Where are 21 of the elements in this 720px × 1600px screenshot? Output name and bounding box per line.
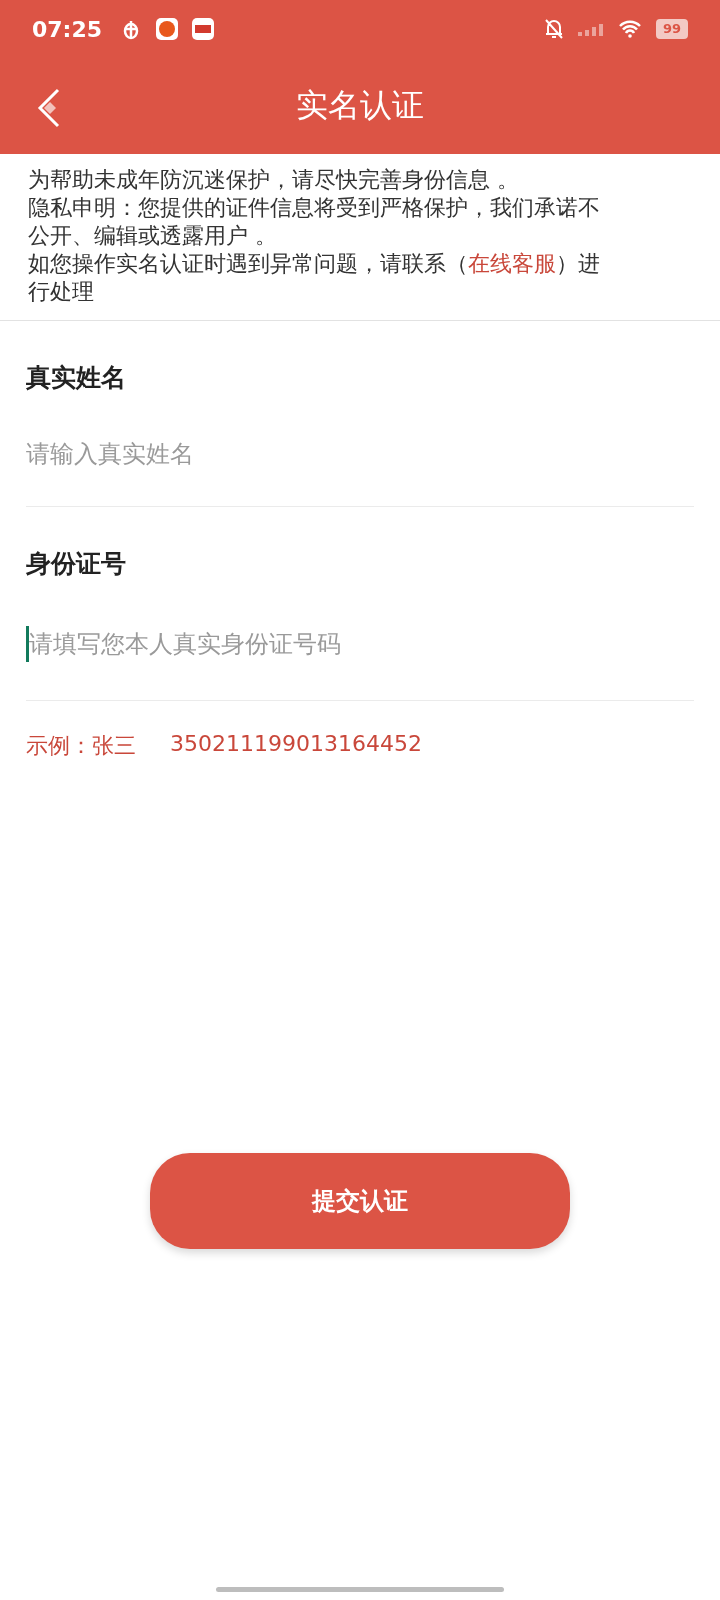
field-label: 身份证号 xyxy=(26,548,127,580)
battery-level: 99 xyxy=(655,19,688,39)
notice-text: 隐私申明：您提供的证件信息将受到严格保护，我们承诺不公开、编辑或透露用户 。 xyxy=(28,194,601,250)
submit-button[interactable]: 提交认证 xyxy=(150,1153,570,1249)
input-field[interactable]: 请填写您本人真实身份证号码 xyxy=(29,630,629,658)
signal-icon xyxy=(577,22,604,36)
field-label: 真实姓名 xyxy=(26,362,127,394)
wifi-icon xyxy=(617,20,642,38)
input-field[interactable]: 请输入真实姓名 xyxy=(26,440,626,468)
bell-off-icon xyxy=(543,18,564,40)
text-cursor xyxy=(26,626,29,662)
back-icon[interactable] xyxy=(36,88,62,128)
app-icon xyxy=(156,18,179,40)
page-title: 实名认证 xyxy=(296,85,424,126)
notice-text: 如您操作实名认证时遇到异常问题，请联系（在线客服）进行处理 xyxy=(28,250,601,306)
app-icon xyxy=(192,18,215,40)
status-time: 07:25 xyxy=(32,16,103,42)
notice-text: 为帮助未成年防沉迷保护，请尽快完善身份信息 。 xyxy=(28,166,520,194)
customer-service-link[interactable]: 在线客服 xyxy=(468,251,556,276)
example-id-number: 350211199013164452 xyxy=(170,731,422,758)
example-name: 示例：张三 xyxy=(26,732,136,760)
